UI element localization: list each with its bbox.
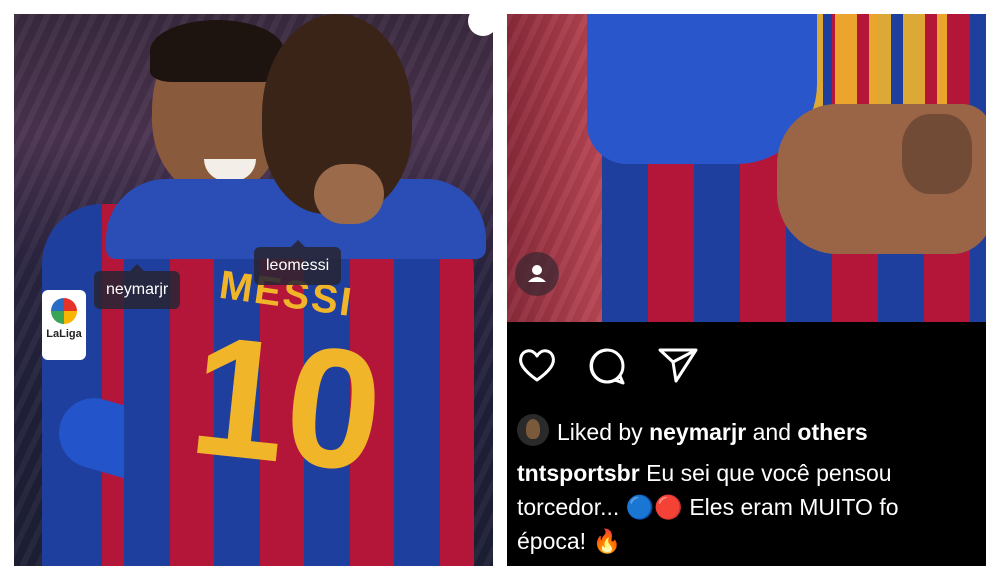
likes-user-link[interactable]: neymarjr [649,419,746,445]
caption-text-4: época! [517,528,587,554]
red-circle-emoji: 🔴 [654,494,683,520]
caption-text-2: torcedor... [517,494,620,520]
tag-leomessi[interactable]: leomessi [254,240,342,285]
caption-username[interactable]: tntsportsbr [517,460,640,486]
caption-text-3: Eles eram MUITO fo [689,494,899,520]
post-photo-right[interactable] [507,14,986,322]
instagram-post-footer: Liked by neymarjr and others tntsportsbr… [507,322,986,566]
caption-line-2: torcedor... 🔵🔴 Eles eram MUITO fo [517,494,899,521]
likes-prefix: Liked by [557,419,643,445]
laliga-badge: LaLiga [42,290,86,360]
caption-line-1: tntsportsbr Eu sei que você pensou [517,460,892,487]
likes-others-link[interactable]: others [797,419,867,445]
player-neymar-hair [150,20,284,82]
laliga-logo-icon [51,298,77,324]
person-icon [528,265,546,282]
likes-and: and [752,419,791,445]
caption-text-1: Eu sei que você pensou [646,460,892,486]
flame-avatar-icon [526,419,540,439]
post-photo-left[interactable]: MESSI 10 LaLiga neymarjr leomessi [14,14,493,566]
tattoo-detail [902,114,972,194]
caption-line-3: época! 🔥 [517,528,621,555]
laliga-label: LaLiga [46,328,82,340]
player-messi-neck [314,164,384,224]
likes-row: Liked by neymarjr and others [517,414,868,446]
heart-icon[interactable] [517,346,557,384]
tagged-users-button[interactable] [515,252,559,296]
tag-neymarjr[interactable]: neymarjr [94,264,181,309]
blue-circle-emoji: 🔵 [625,494,655,520]
liker-avatar[interactable] [517,414,549,446]
fire-emoji: 🔥 [592,528,622,554]
comment-icon[interactable] [587,346,627,386]
send-icon[interactable] [657,346,699,384]
jersey-number: 10 [182,299,391,509]
